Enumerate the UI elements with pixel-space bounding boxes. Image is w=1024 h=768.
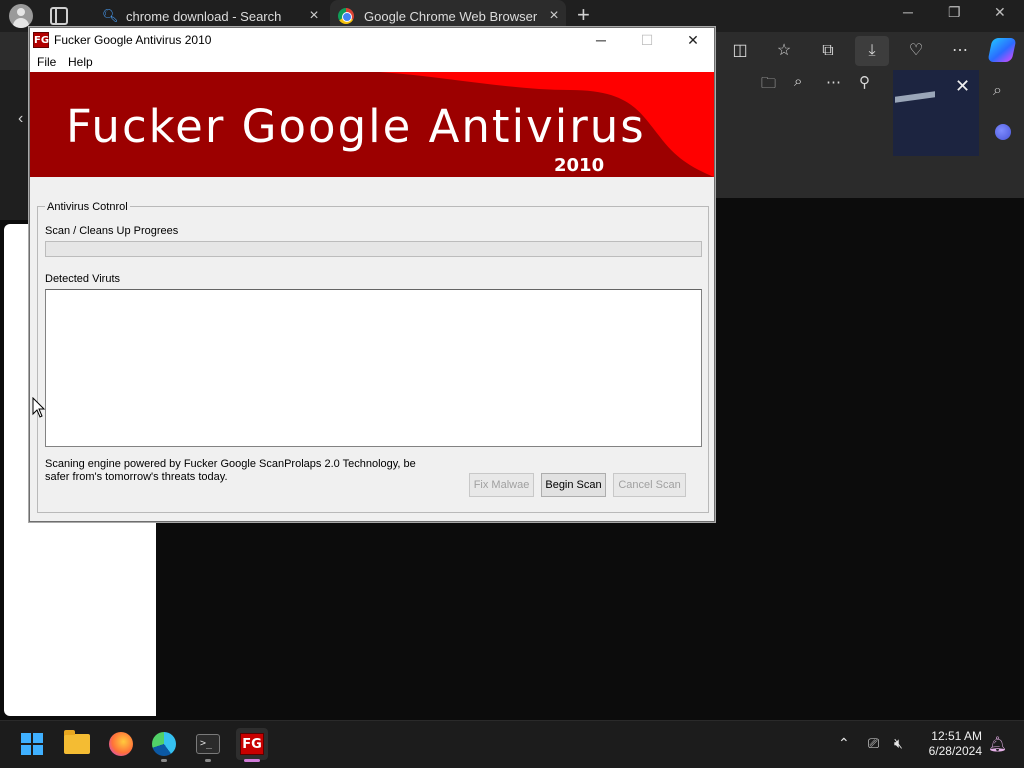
page-strip bbox=[715, 160, 1024, 198]
app-icon: FG bbox=[33, 32, 49, 48]
start-icon bbox=[21, 733, 43, 755]
banner-title: Fucker Google Antivirus bbox=[66, 100, 646, 153]
split-screen-icon[interactable]: ◫ bbox=[728, 40, 752, 62]
chrome-icon bbox=[338, 8, 354, 24]
file-explorer-icon bbox=[64, 730, 90, 754]
pin-icon[interactable]: ⚲ bbox=[859, 73, 870, 91]
minimize-button[interactable]: ─ bbox=[578, 28, 624, 52]
menu-file[interactable]: File bbox=[37, 55, 56, 69]
fix-malware-button: Fix Malwae bbox=[469, 473, 534, 497]
notification-bell-icon[interactable]: 🔔︎ bbox=[988, 735, 1007, 753]
profile-avatar[interactable] bbox=[9, 4, 33, 28]
edge-running-indicator bbox=[161, 759, 167, 762]
browser-restore-button[interactable]: ❐ bbox=[948, 4, 961, 21]
firefox-icon bbox=[109, 732, 133, 756]
network-icon[interactable]: ⎚ bbox=[868, 735, 879, 752]
file-explorer-button[interactable] bbox=[61, 728, 93, 760]
search-icon: 🔍︎ bbox=[102, 8, 119, 23]
app-banner: Fucker Google Antivirus bbox=[30, 72, 714, 177]
show-hidden-icons-icon[interactable]: ⌃ bbox=[838, 735, 850, 752]
maximize-button: ☐ bbox=[640, 32, 654, 48]
downloads-more-icon[interactable]: ⋯ bbox=[826, 73, 841, 91]
tab-title: Google Chrome Web Browser bbox=[364, 8, 538, 24]
edge-icon bbox=[152, 732, 176, 756]
collections-icon[interactable]: ⧉ bbox=[816, 40, 840, 62]
terminal-icon: >_ bbox=[196, 734, 220, 754]
firefox-button[interactable] bbox=[105, 728, 137, 760]
fg-antivirus-icon: FG bbox=[240, 733, 264, 755]
back-icon[interactable]: ‹ bbox=[18, 110, 23, 128]
terminal-button[interactable]: >_ bbox=[192, 728, 224, 760]
window-title: Fucker Google Antivirus 2010 bbox=[54, 33, 212, 47]
tab-title: chrome download - Search bbox=[126, 8, 282, 24]
new-tab-button[interactable]: + bbox=[577, 3, 590, 27]
system-clock[interactable]: 12:51 AM 6/28/2024 bbox=[918, 729, 982, 759]
clock-time: 12:51 AM bbox=[931, 729, 982, 743]
clock-date: 6/28/2024 bbox=[928, 744, 982, 758]
downloads-icon[interactable]: ⤓ bbox=[855, 36, 889, 66]
more-icon[interactable]: ⋯ bbox=[948, 40, 972, 62]
fg-running-indicator bbox=[244, 759, 260, 762]
browser-minimize-button[interactable]: ─ bbox=[903, 4, 913, 20]
cancel-scan-button: Cancel Scan bbox=[613, 473, 686, 497]
menu-bar bbox=[30, 52, 714, 72]
tab-actions-icon[interactable] bbox=[50, 7, 68, 25]
volume-muted-icon[interactable]: 🔇︎ bbox=[894, 735, 903, 752]
detected-virus-list[interactable] bbox=[45, 289, 702, 447]
footer-text: Scaning engine powered by Fucker Google … bbox=[45, 458, 416, 483]
downloads-search-icon[interactable]: ⌕ bbox=[794, 73, 802, 90]
browser-essentials-icon[interactable]: ♡ bbox=[904, 40, 928, 62]
close-button[interactable]: ✕ bbox=[670, 28, 716, 52]
downloads-close-icon[interactable]: ✕ bbox=[955, 76, 970, 97]
detected-label: Detected Viruts bbox=[45, 273, 121, 285]
banner-year: 2010 bbox=[554, 155, 605, 176]
progress-label: Scan / Cleans Up Progrees bbox=[45, 225, 179, 237]
edge-button[interactable] bbox=[148, 728, 180, 760]
sidebar-copilot-icon[interactable] bbox=[995, 124, 1011, 140]
open-folder-icon[interactable]: 🗀 bbox=[761, 73, 776, 98]
tab-close-icon[interactable]: × bbox=[302, 7, 326, 25]
scan-progress-bar bbox=[45, 241, 702, 257]
fg-antivirus-button[interactable]: FG bbox=[236, 728, 268, 760]
menu-help[interactable]: Help bbox=[68, 55, 93, 69]
start-button[interactable] bbox=[16, 728, 48, 760]
antivirus-window: FG Fucker Google Antivirus 2010 ─ ☐ ✕ Fi… bbox=[29, 27, 715, 522]
mouse-cursor-icon bbox=[32, 397, 46, 418]
tab-close-icon[interactable]: × bbox=[542, 7, 566, 25]
window-title-bar[interactable]: FG Fucker Google Antivirus 2010 ─ ☐ ✕ bbox=[30, 28, 714, 52]
sidebar-search-icon[interactable]: ⌕ bbox=[993, 82, 1002, 100]
group-label: Antivirus Cotnrol bbox=[45, 201, 130, 213]
terminal-running-indicator bbox=[205, 759, 211, 762]
browser-close-button[interactable]: ✕ bbox=[994, 4, 1006, 21]
favorites-icon[interactable]: ☆ bbox=[772, 40, 796, 62]
page-left-edge: ‹ bbox=[0, 70, 30, 220]
begin-scan-button[interactable]: Begin Scan bbox=[541, 473, 606, 497]
